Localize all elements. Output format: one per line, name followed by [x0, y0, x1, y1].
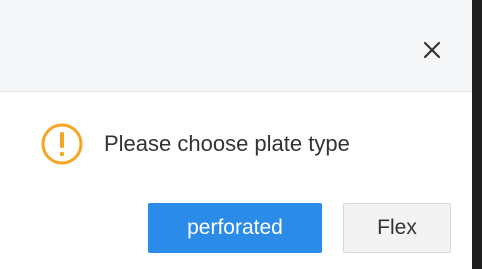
warning-circle-icon: [41, 123, 83, 165]
dialog-header: [0, 0, 472, 92]
dialog-message: Please choose plate type: [104, 131, 350, 156]
background-edge: [472, 0, 482, 269]
perforated-button[interactable]: perforated: [148, 203, 322, 253]
close-button[interactable]: [418, 36, 446, 64]
flex-button[interactable]: Flex: [343, 203, 451, 253]
dialog: Please choose plate type perforated Flex: [0, 0, 472, 269]
close-icon: [423, 41, 441, 59]
dialog-body: Please choose plate type: [40, 122, 350, 166]
